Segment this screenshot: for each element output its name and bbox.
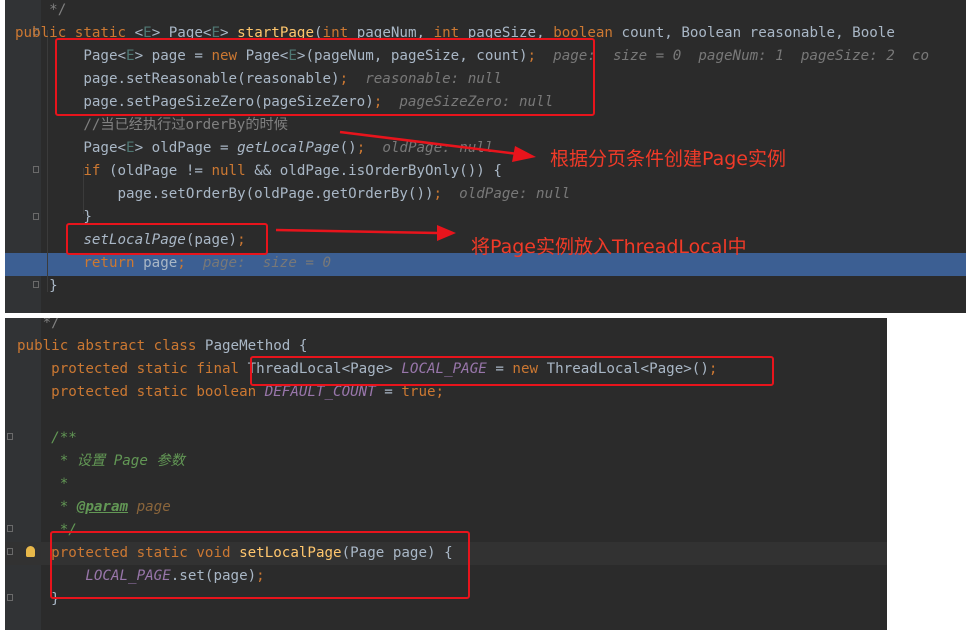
code-line[interactable]: * — [17, 473, 69, 496]
highlight-box-threadlocal-field — [250, 356, 774, 386]
code-token: true; — [401, 384, 445, 400]
code-token: DEFAULT_COUNT — [264, 384, 376, 400]
arrow-line-1 — [339, 130, 519, 156]
code-token: * — [17, 499, 77, 515]
code-token: /** — [17, 430, 77, 446]
code-line[interactable]: * 设置 Page 参数 — [17, 450, 185, 473]
code-line[interactable]: */ — [17, 318, 60, 335]
annotation-put-threadlocal: 将Page实例放入ThreadLocal中 — [471, 236, 747, 258]
code-token: protected static final — [17, 361, 248, 377]
code-token: = — [375, 384, 402, 400]
fold-marker-icon[interactable] — [7, 525, 13, 532]
code-line[interactable]: * @param page — [17, 496, 171, 519]
arrow-line-2 — [275, 228, 439, 235]
code-token: @param — [76, 499, 129, 515]
code-token: public abstract class — [17, 338, 205, 354]
arrow-head-2 — [437, 225, 456, 241]
fold-marker-icon[interactable] — [7, 594, 13, 601]
code-token: */ — [17, 318, 60, 331]
fold-marker-icon[interactable] — [7, 548, 13, 555]
arrow-head-1 — [512, 146, 536, 162]
code-token: * 设置 Page 参数 — [17, 453, 185, 469]
code-line[interactable]: public abstract class PageMethod { — [17, 335, 307, 358]
annotation-arrows — [275, 130, 536, 241]
highlight-box-set-local-page-method — [50, 531, 470, 599]
code-token: * — [17, 476, 69, 492]
code-token: PageMethod { — [204, 338, 308, 354]
code-token: protected static boolean — [17, 384, 265, 400]
fold-marker-icon[interactable] — [7, 433, 13, 440]
code-line[interactable]: /** — [17, 427, 77, 450]
code-token: page — [128, 499, 171, 515]
annotation-create-page: 根据分页条件创建Page实例 — [550, 148, 786, 170]
